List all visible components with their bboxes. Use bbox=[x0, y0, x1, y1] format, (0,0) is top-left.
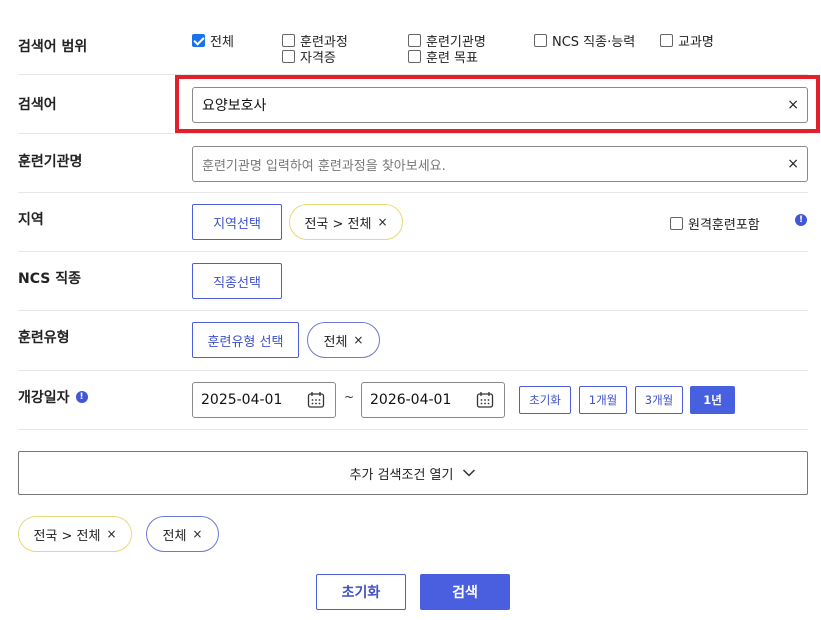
institution-placeholder: 훈련기관명 입력하여 훈련과정을 찾아보세요. bbox=[202, 158, 446, 174]
remove-chip-icon[interactable]: × bbox=[353, 333, 363, 347]
region-select-button[interactable]: 지역선택 bbox=[192, 204, 282, 240]
date-1year-button[interactable]: 1년 bbox=[690, 386, 735, 414]
ncs-row: NCS 직종 bbox=[18, 252, 808, 311]
institution-input[interactable]: 훈련기관명 입력하여 훈련과정을 찾아보세요. × bbox=[192, 146, 808, 182]
calendar-icon[interactable] bbox=[307, 391, 325, 409]
scope-checkbox-ncs[interactable]: NCS 직종·능력 bbox=[534, 31, 635, 50]
training-type-select-button[interactable]: 훈련유형 선택 bbox=[192, 322, 299, 358]
checkbox-icon bbox=[534, 34, 547, 47]
institution-label: 훈련기관명 bbox=[18, 154, 83, 170]
selected-region-chip-label: 전국 > 전체 bbox=[33, 528, 101, 544]
training-type-chip-label: 전체 bbox=[323, 334, 348, 350]
checkbox-icon bbox=[408, 34, 421, 47]
date-1month-button[interactable]: 1개월 bbox=[579, 386, 627, 414]
scope-option-label: 교과명 bbox=[678, 35, 714, 50]
region-label: 지역 bbox=[18, 212, 44, 228]
scope-option-label: NCS 직종·능력 bbox=[552, 35, 636, 50]
remote-training-checkbox[interactable]: 원격훈련포함 bbox=[670, 214, 760, 233]
expand-conditions-label: 추가 검색조건 열기 bbox=[349, 467, 454, 483]
remove-chip-icon[interactable]: × bbox=[106, 527, 116, 541]
keyword-label: 검색어 bbox=[18, 97, 57, 113]
checkbox-icon bbox=[282, 34, 295, 47]
date-separator: ~ bbox=[344, 390, 355, 404]
checkbox-icon bbox=[408, 50, 421, 63]
training-type-row: 훈련유형 bbox=[18, 311, 808, 371]
scope-checkbox-subject[interactable]: 교과명 bbox=[660, 31, 714, 50]
start-date-to-value: 2026-04-01 bbox=[370, 392, 452, 408]
reset-button[interactable]: 초기화 bbox=[316, 574, 406, 610]
ncs-select-button[interactable]: 직종선택 bbox=[192, 263, 282, 299]
checkbox-icon bbox=[670, 217, 683, 230]
scope-option-label: 전체 bbox=[210, 35, 234, 50]
expand-conditions-button[interactable]: 추가 검색조건 열기 bbox=[18, 451, 808, 495]
region-chip[interactable]: 전국 > 전체 × bbox=[289, 204, 403, 240]
highlight-box bbox=[175, 75, 820, 133]
selected-type-chip[interactable]: 전체 × bbox=[146, 516, 219, 552]
search-button[interactable]: 검색 bbox=[420, 574, 510, 610]
start-date-from-value: 2025-04-01 bbox=[201, 392, 283, 408]
start-date-to-input[interactable]: 2026-04-01 bbox=[361, 382, 505, 418]
start-date-label: 개강일자 bbox=[18, 390, 70, 406]
remote-training-label: 원격훈련포함 bbox=[688, 218, 760, 233]
remove-chip-icon[interactable]: × bbox=[377, 215, 387, 229]
info-icon[interactable]: ! bbox=[795, 214, 807, 226]
training-type-label: 훈련유형 bbox=[18, 330, 70, 346]
scope-label: 검색어 범위 bbox=[18, 39, 88, 55]
ncs-label: NCS 직종 bbox=[18, 271, 81, 287]
scope-checkbox-certificate[interactable]: 자격증 bbox=[282, 47, 336, 66]
remove-chip-icon[interactable]: × bbox=[192, 527, 202, 541]
scope-option-label: 자격증 bbox=[300, 51, 336, 66]
start-date-label-wrap: 개강일자 ! bbox=[18, 387, 88, 407]
date-reset-button[interactable]: 초기화 bbox=[519, 386, 571, 414]
selected-region-chip[interactable]: 전국 > 전체 × bbox=[18, 516, 132, 552]
scope-checkbox-goal[interactable]: 훈련 목표 bbox=[408, 47, 478, 66]
scope-option-label: 훈련 목표 bbox=[426, 51, 478, 66]
calendar-icon[interactable] bbox=[476, 391, 494, 409]
date-3month-button[interactable]: 3개월 bbox=[635, 386, 683, 414]
checkbox-icon bbox=[282, 50, 295, 63]
scope-checkbox-all[interactable]: 전체 bbox=[192, 31, 234, 50]
selected-type-chip-label: 전체 bbox=[162, 528, 187, 544]
region-chip-label: 전국 > 전체 bbox=[304, 216, 372, 232]
info-icon[interactable]: ! bbox=[75, 391, 88, 403]
start-date-from-input[interactable]: 2025-04-01 bbox=[192, 382, 336, 418]
clear-institution-icon[interactable]: × bbox=[787, 156, 799, 172]
checkbox-checked-icon bbox=[192, 34, 205, 47]
training-type-chip[interactable]: 전체 × bbox=[307, 322, 380, 358]
chevron-down-icon bbox=[463, 469, 476, 477]
checkbox-icon bbox=[660, 34, 673, 47]
